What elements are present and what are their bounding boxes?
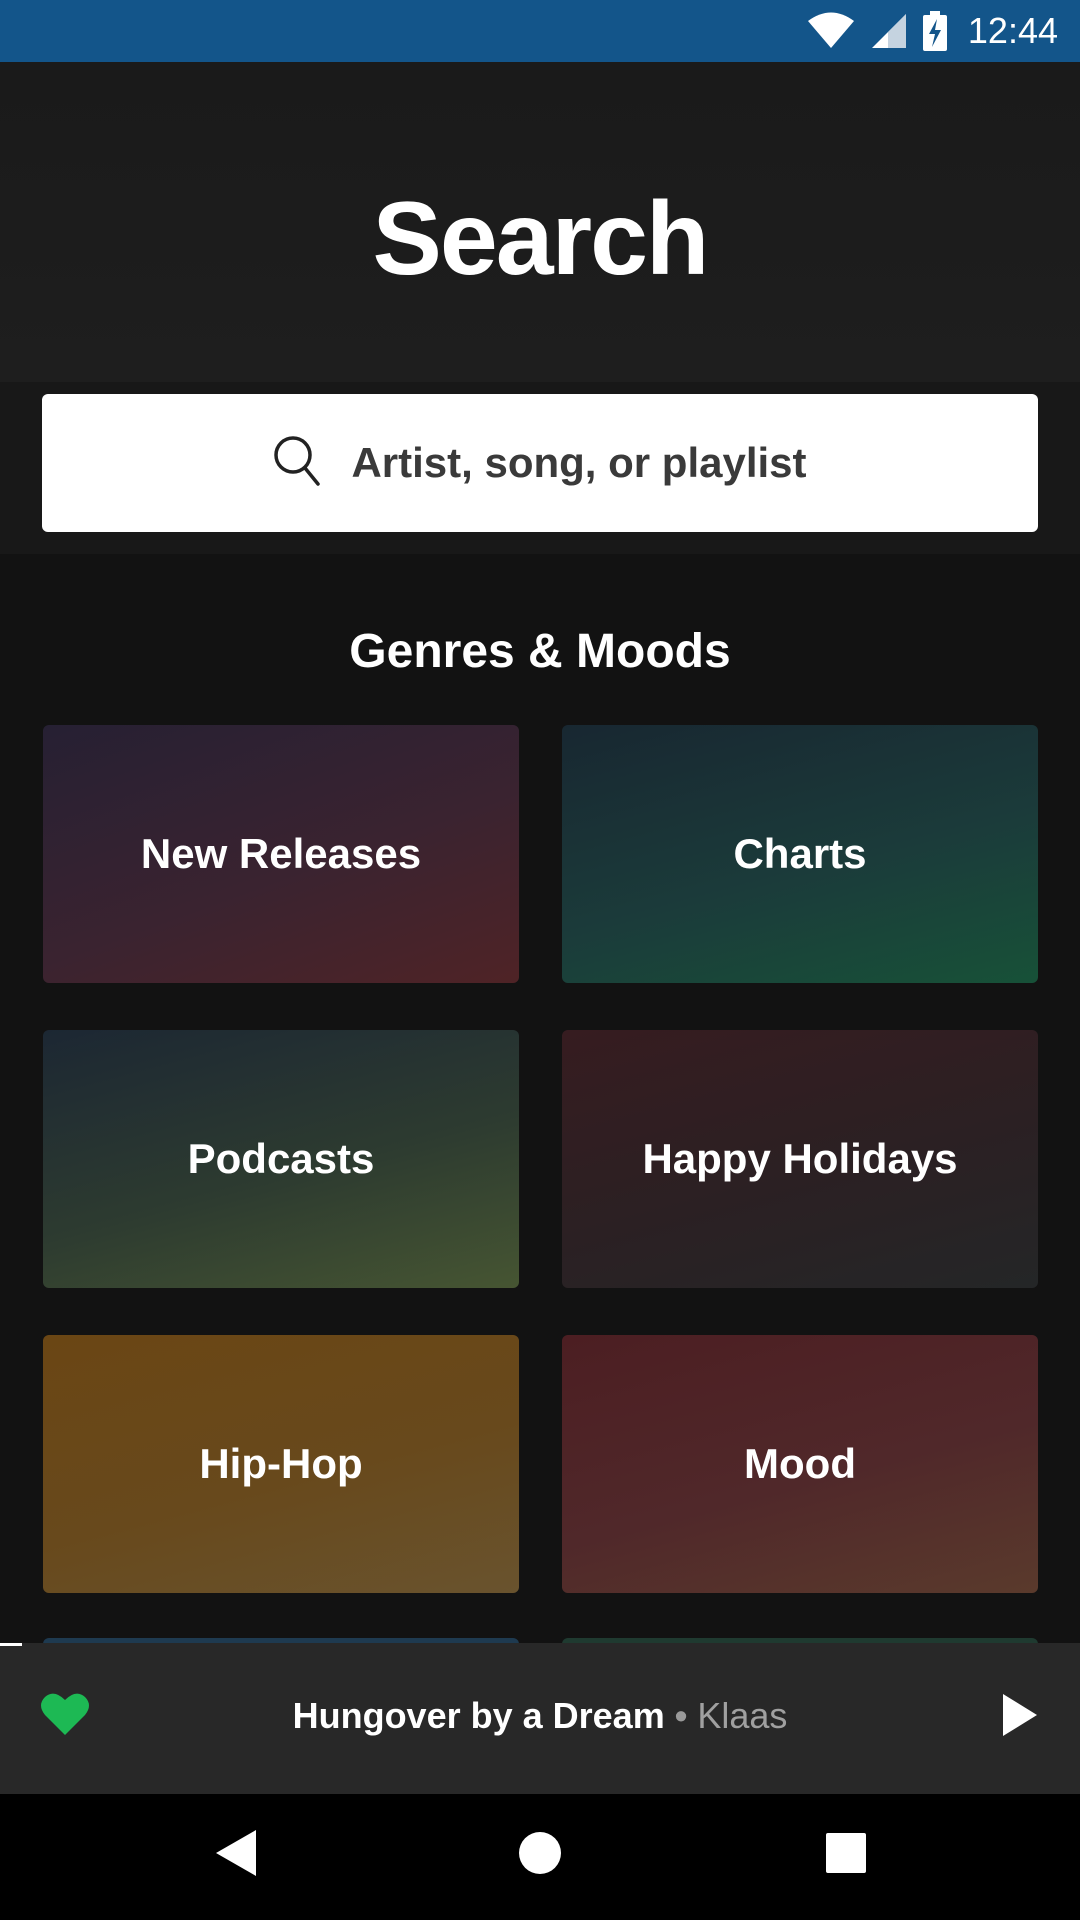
tile-hip-hop[interactable]: Hip-Hop [43,1335,519,1593]
search-input[interactable]: Artist, song, or playlist [42,394,1038,532]
signal-icon [870,12,908,50]
tile-label: Happy Holidays [642,1135,958,1182]
section-title-genres: Genres & Moods [349,625,731,678]
wifi-icon [806,12,856,50]
now-playing-track: Hungover by a Dream [292,1695,665,1736]
tile-new-releases[interactable]: New Releases [43,725,519,983]
playback-progress [0,1643,22,1646]
home-icon[interactable] [518,1828,562,1883]
tile-mood[interactable]: Mood [562,1335,1038,1593]
tile-label: Podcasts [187,1135,375,1182]
recents-icon[interactable] [824,1828,868,1883]
back-icon[interactable] [214,1828,258,1883]
now-playing-artist: Klaas [697,1695,788,1736]
tile-label: New Releases [140,830,422,877]
search-icon [273,435,321,492]
tile-charts[interactable]: Charts [562,725,1038,983]
tile-happy-holidays[interactable]: Happy Holidays [562,1030,1038,1288]
battery-charging-icon [922,11,948,51]
status-time: 12:44 [967,10,1058,51]
page-title: Search [372,181,710,297]
tile-label: Hip-Hop [199,1440,363,1487]
status-bar: 12:44 [0,0,1080,62]
now-playing-text[interactable]: Hungover by a Dream • Klaas [0,1695,1080,1737]
search-placeholder: Artist, song, or playlist [351,439,807,486]
tile-podcasts[interactable]: Podcasts [43,1030,519,1288]
tile-label: Mood [744,1440,856,1487]
now-playing-separator: • [664,1695,698,1736]
now-playing-bar[interactable]: Hungover by a Dream • Klaas [0,1643,1080,1794]
system-nav-bar [0,1794,1080,1920]
play-icon[interactable] [1000,1691,1040,1744]
tile-label: Charts [733,830,867,877]
